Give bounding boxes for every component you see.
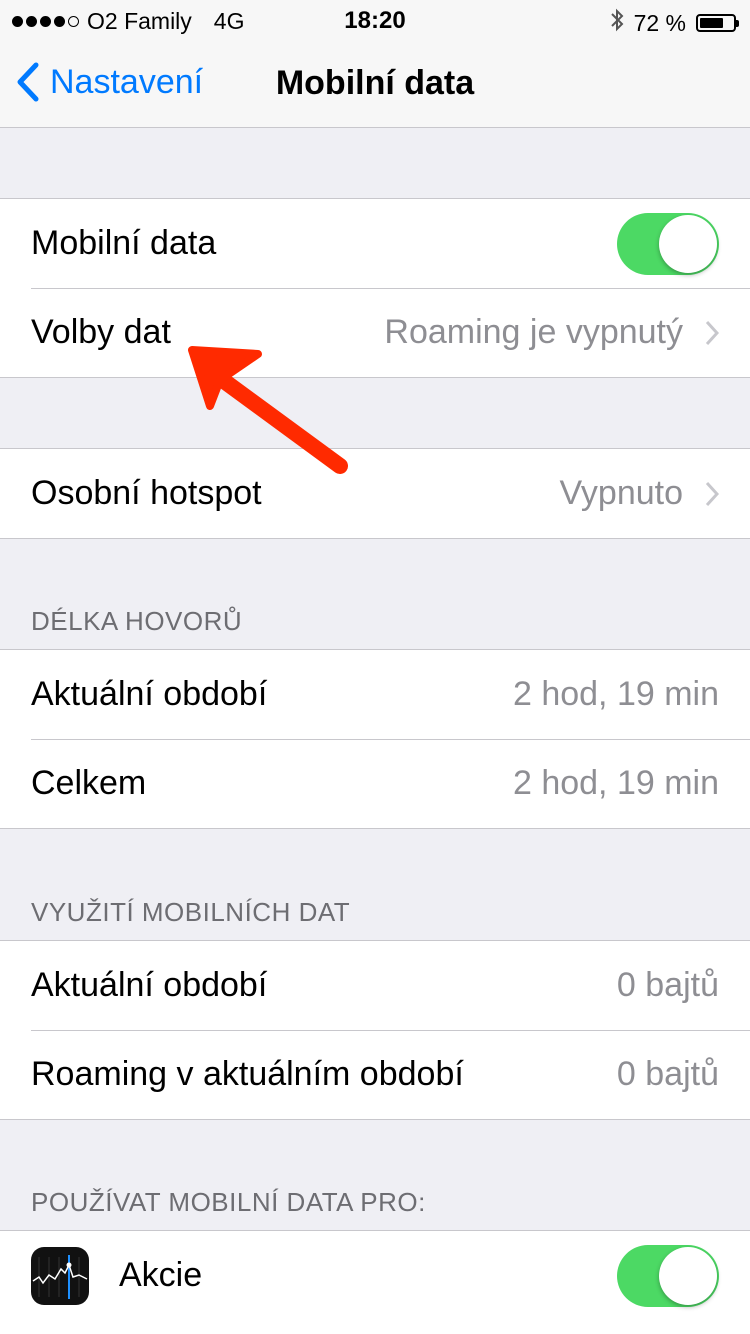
usage-roaming-cell: Roaming v aktuálním období 0 bajtů <box>0 1030 750 1119</box>
hotspot-label: Osobní hotspot <box>31 474 262 512</box>
battery-percent: 72 % <box>633 9 686 36</box>
data-options-value: Roaming je vypnutý <box>384 313 683 351</box>
call-duration-group: Aktuální období 2 hod, 19 min Celkem 2 h… <box>0 649 750 829</box>
mobile-data-cell: Mobilní data <box>0 199 750 288</box>
app-data-toggle[interactable] <box>617 1244 719 1307</box>
call-total-label: Celkem <box>31 764 147 802</box>
battery-level-fill <box>700 18 724 28</box>
usage-current-label: Aktuální období <box>31 966 268 1004</box>
chevron-right-icon <box>705 320 719 345</box>
status-right: 72 % <box>610 8 739 38</box>
app-row: Akcie <box>0 1231 750 1320</box>
call-total-value: 2 hod, 19 min <box>512 764 719 802</box>
mobile-data-label: Mobilní data <box>31 224 217 262</box>
page-title: Mobilní data <box>275 64 475 102</box>
usage-roaming-value: 0 bajtů <box>616 1055 719 1093</box>
mobile-data-toggle[interactable] <box>617 212 719 275</box>
data-usage-header: VYUŽITÍ MOBILNÍCH DAT <box>31 897 351 927</box>
usage-current-value: 0 bajtů <box>616 966 719 1004</box>
hotspot-group: Osobní hotspot Vypnuto <box>0 448 750 539</box>
call-current-cell: Aktuální období 2 hod, 19 min <box>0 650 750 739</box>
status-bar: O2 Family 4G 18:20 72 % <box>0 0 750 40</box>
data-usage-group: Aktuální období 0 bajtů Roaming v aktuál… <box>0 940 750 1120</box>
app-name: Akcie <box>119 1256 203 1294</box>
hotspot-value: Vypnuto <box>559 474 684 512</box>
data-options-label: Volby dat <box>31 313 171 351</box>
stocks-icon <box>31 1246 89 1305</box>
data-options-cell[interactable]: Volby dat Roaming je vypnutý <box>0 288 750 377</box>
bluetooth-icon <box>610 8 624 38</box>
hotspot-cell[interactable]: Osobní hotspot Vypnuto <box>0 449 750 538</box>
usage-roaming-label: Roaming v aktuálním období <box>31 1055 464 1093</box>
navigation-bar: Nastavení Mobilní data <box>0 40 750 128</box>
apps-header: POUŽÍVAT MOBILNÍ DATA PRO: <box>31 1187 426 1217</box>
battery-icon <box>696 14 739 32</box>
toggle-knob <box>659 1246 717 1305</box>
call-current-label: Aktuální období <box>31 675 268 713</box>
call-duration-header: DÉLKA HOVORŮ <box>31 606 243 636</box>
apps-group: Akcie <box>0 1230 750 1334</box>
call-total-cell: Celkem 2 hod, 19 min <box>0 739 750 828</box>
mobile-data-group: Mobilní data Volby dat Roaming je vypnut… <box>0 198 750 378</box>
call-current-value: 2 hod, 19 min <box>512 675 719 713</box>
usage-current-cell: Aktuální období 0 bajtů <box>0 941 750 1030</box>
chevron-right-icon <box>705 481 719 506</box>
toggle-knob <box>659 214 717 273</box>
